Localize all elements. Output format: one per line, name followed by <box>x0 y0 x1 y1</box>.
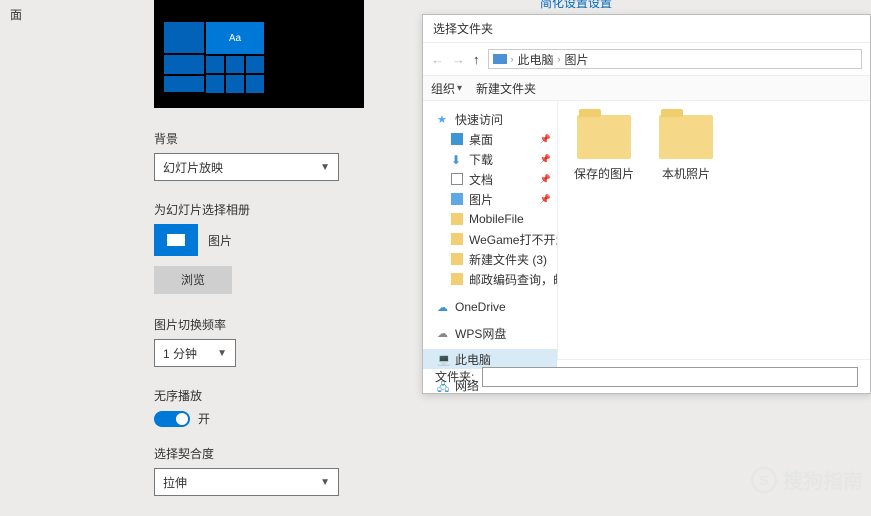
star-icon: ★ <box>437 113 449 125</box>
tree-item-label: 桌面 <box>469 131 493 148</box>
tree-item[interactable]: 文档 📌 <box>423 169 557 189</box>
tree-item-label: 此电脑 <box>455 351 491 368</box>
interval-value: 1 分钟 <box>163 345 197 362</box>
interval-select[interactable]: 1 分钟 ▼ <box>154 339 236 367</box>
tree-item-label: 新建文件夹 (3) <box>469 251 547 268</box>
breadcrumb-segment[interactable]: 此电脑 <box>518 51 554 68</box>
folder-icon <box>451 253 463 265</box>
pin-icon: 📌 <box>540 174 551 185</box>
tree-item[interactable]: 邮政编码查询，邮 <box>423 269 557 289</box>
folder-icon <box>451 213 463 225</box>
folder-field-label: 文件夹: <box>435 368 474 385</box>
tree-item[interactable]: 图片 📌 <box>423 189 557 209</box>
tree-item[interactable]: ☁ WPS网盘 <box>423 323 557 343</box>
folder-name-input[interactable] <box>482 367 858 387</box>
onedrive-icon: ☁ <box>437 301 449 313</box>
tree-item[interactable]: 新建文件夹 (3) <box>423 249 557 269</box>
chevron-down-icon: ▼ <box>320 162 330 173</box>
dialog-toolbar: 组织 ▾ 新建文件夹 <box>423 75 870 101</box>
down-icon: ⬇ <box>451 153 463 165</box>
tree-item-label: MobileFile <box>469 212 524 226</box>
nav-back-icon[interactable]: ← <box>431 52 444 67</box>
tree-item-label: 文档 <box>469 171 493 188</box>
shuffle-state: 开 <box>198 410 210 427</box>
tree-item-label: 图片 <box>469 191 493 208</box>
preview-tile-aa: Aa <box>206 22 264 54</box>
folder-content: 保存的图片 本机照片 <box>558 101 870 359</box>
folder-icon <box>577 115 631 159</box>
tree-item-label: WPS网盘 <box>455 325 506 342</box>
folder-icon <box>451 273 463 285</box>
chevron-down-icon: ▼ <box>217 348 227 359</box>
tree-item[interactable]: ☁ OneDrive <box>423 297 557 317</box>
folder-item[interactable]: 本机照片 <box>654 115 718 182</box>
chevron-right-icon: › <box>511 54 514 64</box>
fit-select[interactable]: 拉伸 ▼ <box>154 468 339 496</box>
pin-icon: 📌 <box>540 134 551 145</box>
folder-item-label: 保存的图片 <box>572 165 636 182</box>
folder-item-label: 本机照片 <box>654 165 718 182</box>
pic-icon <box>451 193 463 205</box>
background-preview: Aa <box>154 0 364 108</box>
tree-item[interactable]: ★ 快速访问 <box>423 109 557 129</box>
fit-value: 拉伸 <box>163 474 187 491</box>
background-value: 幻灯片放映 <box>163 159 223 176</box>
nav-tree: ★ 快速访问桌面 📌 ⬇ 下载 📌 文档 📌 图片 📌 MobileFile WeGame打不开怎新建… <box>423 101 558 359</box>
tree-item-label: 邮政编码查询，邮 <box>469 271 557 288</box>
tree-item-label: WeGame打不开怎 <box>469 231 557 248</box>
desk-icon <box>451 133 463 145</box>
tree-item-label: 下载 <box>469 151 493 168</box>
album-value: 图片 <box>208 232 232 249</box>
doc-icon <box>451 173 463 185</box>
pc-icon: 💻 <box>437 353 449 365</box>
tree-item[interactable]: ⬇ 下载 📌 <box>423 149 557 169</box>
pin-icon: 📌 <box>540 154 551 165</box>
folder-icon <box>451 233 463 245</box>
watermark-brand: 搜狗指南 <box>783 465 863 494</box>
newfolder-button[interactable]: 新建文件夹 <box>476 80 536 97</box>
pc-icon <box>493 54 507 64</box>
folder-item[interactable]: 保存的图片 <box>572 115 636 182</box>
browse-button[interactable]: 浏览 <box>154 266 232 294</box>
chevron-down-icon: ▼ <box>320 477 330 488</box>
settings-nav-sidebar: 面 <box>0 0 130 500</box>
dialog-title: 选择文件夹 <box>423 15 870 43</box>
watermark: S 搜狗指南 <box>751 465 863 494</box>
pin-icon: 📌 <box>540 194 551 205</box>
folder-icon <box>659 115 713 159</box>
chevron-right-icon: › <box>558 54 561 64</box>
folder-picker-dialog: 选择文件夹 ← → ↑ › 此电脑 › 图片 组织 ▾ 新建文件夹 ★快速访问桌… <box>422 14 871 394</box>
album-tile-icon <box>154 224 198 256</box>
chevron-down-icon: ▾ <box>457 83 462 94</box>
tree-item[interactable]: 桌面 📌 <box>423 129 557 149</box>
fit-label: 选择契合度 <box>154 445 636 462</box>
organize-menu[interactable]: 组织 ▾ <box>431 80 462 97</box>
tree-item-label: OneDrive <box>455 300 506 314</box>
tree-item[interactable]: WeGame打不开怎 <box>423 229 557 249</box>
dialog-nav: ← → ↑ › 此电脑 › 图片 <box>423 43 870 75</box>
nav-up-icon[interactable]: ↑ <box>473 52 480 67</box>
nav-forward-icon[interactable]: → <box>452 52 465 67</box>
tree-item-label: 快速访问 <box>455 111 503 128</box>
address-bar[interactable]: › 此电脑 › 图片 <box>488 49 863 69</box>
breadcrumb-segment[interactable]: 图片 <box>565 51 589 68</box>
watermark-logo-icon: S <box>751 467 777 493</box>
tree-item[interactable]: MobileFile <box>423 209 557 229</box>
shuffle-toggle[interactable] <box>154 411 190 427</box>
sidebar-item-partial[interactable]: 面 <box>0 0 130 29</box>
wps-icon: ☁ <box>437 327 449 339</box>
background-select[interactable]: 幻灯片放映 ▼ <box>154 153 339 181</box>
